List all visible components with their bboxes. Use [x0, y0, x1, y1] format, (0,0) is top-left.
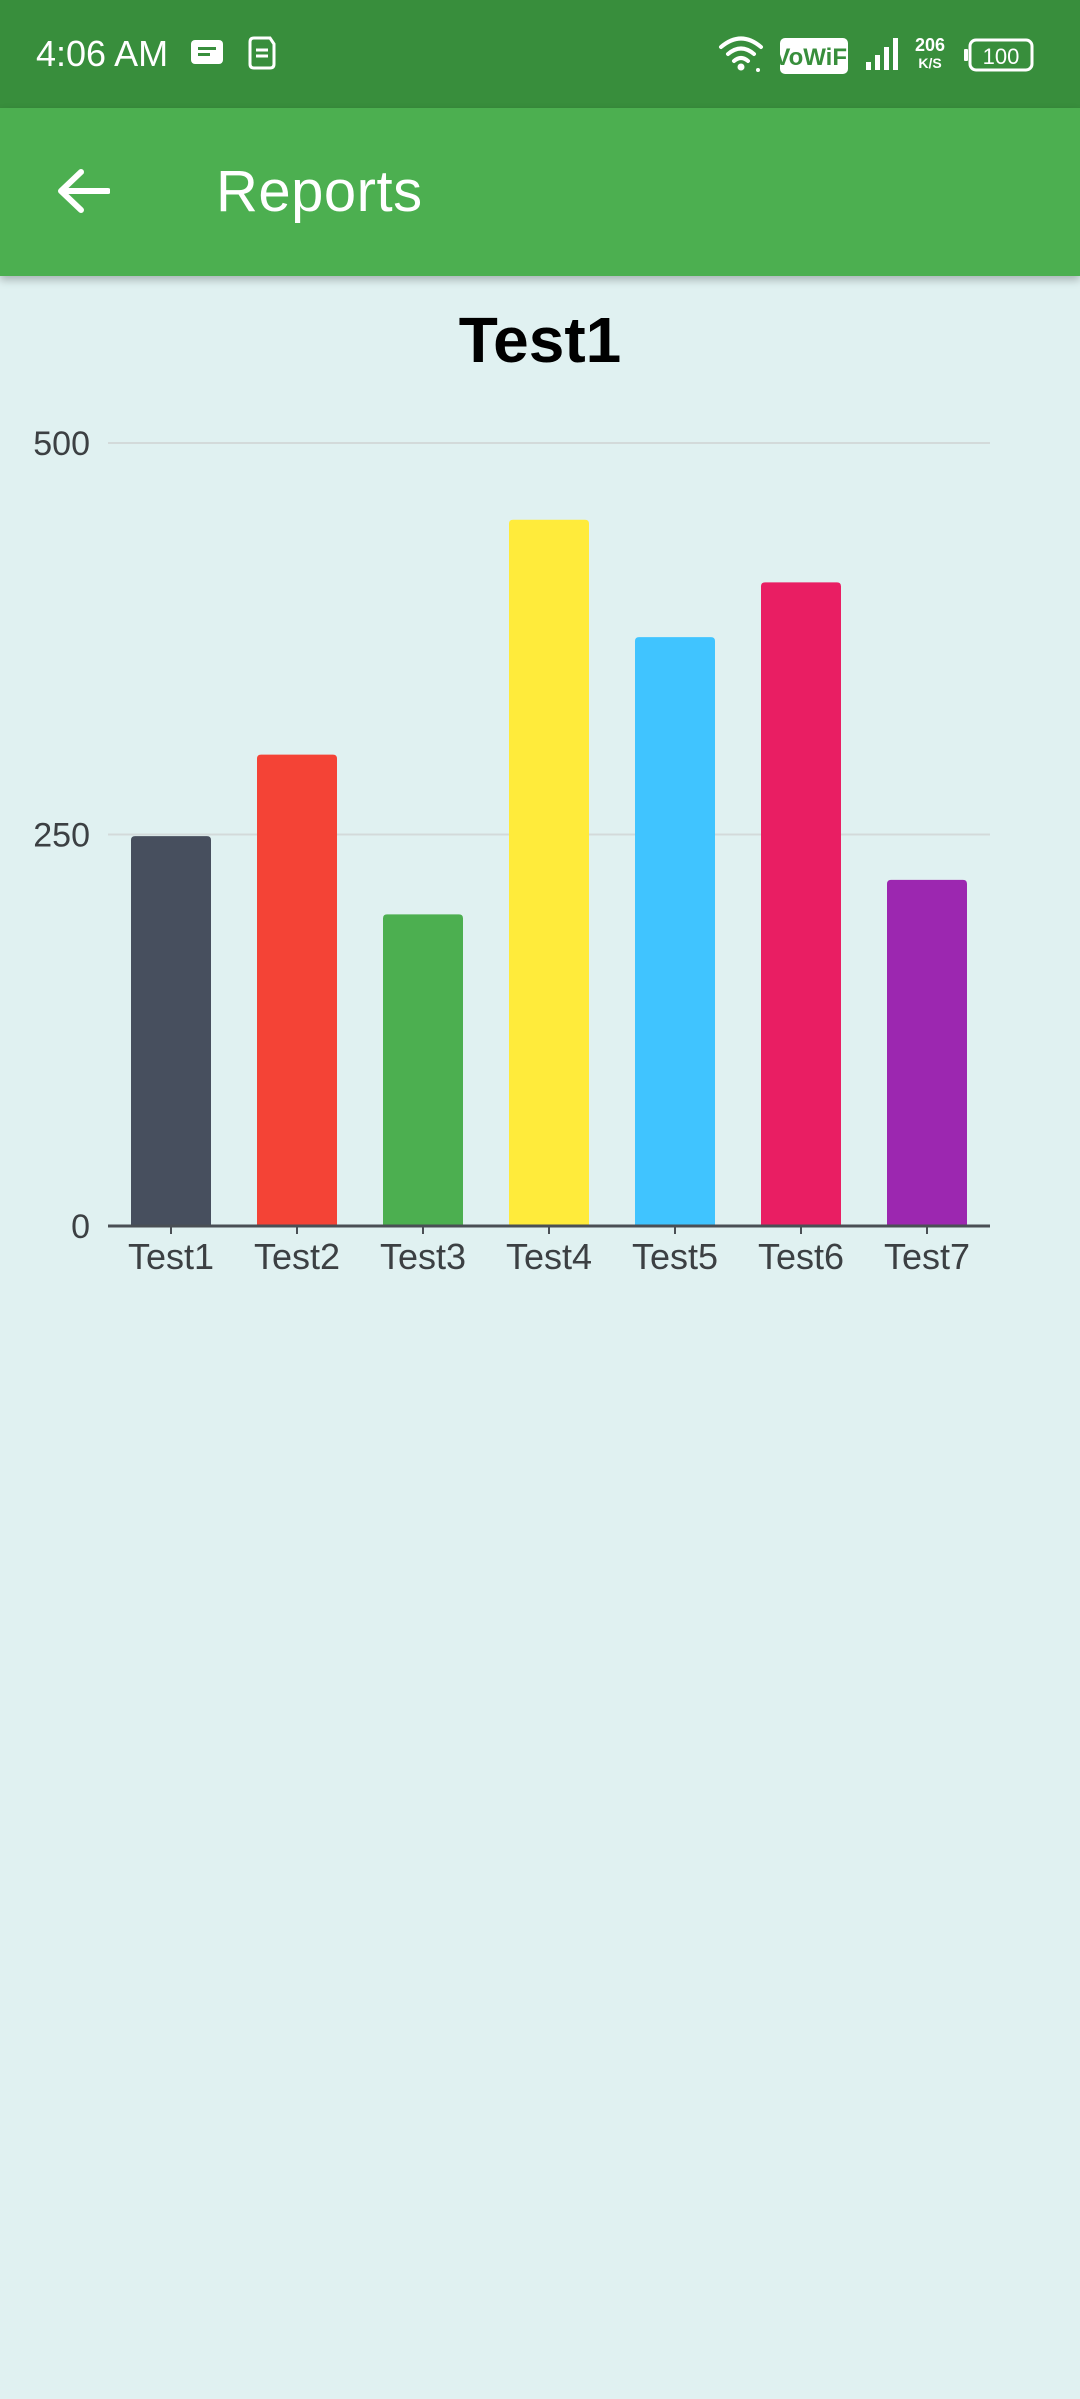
bar-test6: [761, 582, 841, 1226]
chart-title: Test1: [458, 304, 622, 376]
message-icon: [190, 38, 224, 73]
vowifi-label: VoWiFi: [780, 44, 848, 71]
y-tick-label: 500: [33, 425, 90, 463]
bar-test2: [257, 754, 337, 1226]
x-tick-label: Test4: [506, 1236, 592, 1277]
battery-icon: 100: [964, 38, 1034, 77]
back-button[interactable]: [38, 148, 128, 238]
signal-icon: [864, 36, 900, 77]
chart-canvas: 0 250 500 Test1 Test2 Test3 Test4 Test5 Test6 Tes…: [33, 425, 990, 1277]
y-tick-label: 250: [33, 817, 90, 855]
bar-chart: 0 250 500 Test1 Test2 Test3 Test4 Test5 Test6 Tes…: [0, 380, 1080, 1320]
bar-test1: [131, 836, 211, 1226]
net-speed-value: 206: [914, 35, 946, 55]
sim-icon: [248, 36, 276, 75]
x-tick-label: Test6: [758, 1236, 844, 1277]
x-tick-label: Test2: [254, 1236, 340, 1277]
status-bar: 4:06 AM VoWiFi: [0, 0, 1080, 108]
net-speed: 206 K/S: [910, 36, 950, 72]
status-time: 4:06 AM: [36, 33, 169, 74]
x-tick-label: Test5: [632, 1236, 718, 1277]
bar-test5: [635, 637, 715, 1226]
x-tick-label: Test7: [884, 1236, 970, 1277]
y-tick-label: 0: [71, 1208, 90, 1246]
net-speed-unit: K/S: [918, 55, 942, 71]
page-title: Reports: [216, 159, 423, 224]
wifi-icon: [718, 34, 764, 79]
arrow-left-icon: [56, 168, 111, 219]
x-tick-label: Test3: [380, 1236, 466, 1277]
app-bar: Reports: [0, 108, 1080, 276]
battery-level: 100: [983, 44, 1020, 69]
vowifi-icon: VoWiFi: [774, 38, 854, 79]
bar-test4: [509, 519, 589, 1226]
x-tick-label: Test1: [128, 1236, 214, 1277]
bar-test3: [383, 914, 463, 1226]
bar-test7: [887, 879, 967, 1226]
